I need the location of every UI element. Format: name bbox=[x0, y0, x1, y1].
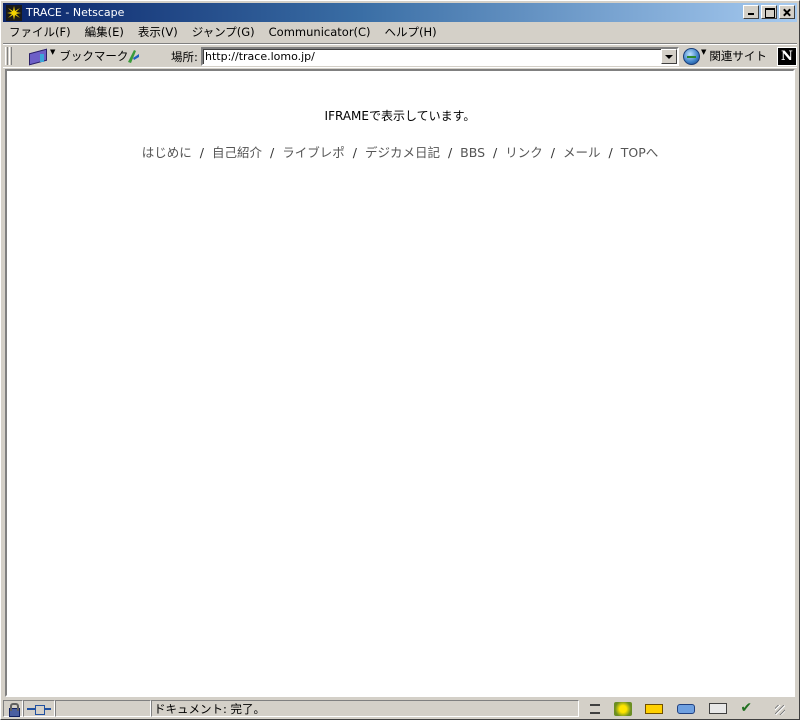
menu-view[interactable]: 表示(V) bbox=[138, 24, 178, 40]
menu-go[interactable]: ジャンプ(G) bbox=[192, 24, 255, 40]
nav-link-bbs[interactable]: BBS bbox=[460, 145, 485, 160]
security-indicator[interactable] bbox=[3, 700, 23, 717]
globe-icon bbox=[683, 47, 700, 65]
dropdown-arrow-icon: ▼ bbox=[50, 48, 56, 56]
page-proxy-icon[interactable] bbox=[125, 48, 141, 64]
toolbar-grip[interactable] bbox=[5, 47, 8, 65]
iframe-notice: IFRAMEで表示しています。 bbox=[324, 109, 476, 123]
connection-indicator[interactable] bbox=[23, 700, 55, 717]
mail-icon[interactable] bbox=[645, 703, 664, 714]
progress-bar bbox=[55, 700, 151, 717]
resize-grip-icon[interactable] bbox=[772, 702, 786, 716]
menu-bar: ファイル(F) 編集(E) 表示(V) ジャンプ(G) Communicator… bbox=[3, 22, 797, 42]
window-title: TRACE - Netscape bbox=[26, 6, 125, 19]
bookmarks-button[interactable]: ▼ ブックマーク bbox=[27, 47, 128, 65]
menu-file[interactable]: ファイル(F) bbox=[9, 24, 71, 40]
composer-icon[interactable] bbox=[740, 700, 758, 716]
lock-icon bbox=[7, 702, 20, 717]
location-label: 場所: bbox=[171, 50, 198, 64]
url-field[interactable]: http://trace.lomo.jp/ bbox=[201, 47, 679, 66]
component-bar-grip-icon[interactable] bbox=[589, 703, 600, 714]
browser-window: TRACE - Netscape ファイル(F) 編集(E) 表示(V) ジャン… bbox=[0, 0, 800, 720]
nav-separator: / bbox=[550, 145, 555, 160]
nav-link-links[interactable]: リンク bbox=[505, 145, 543, 160]
dropdown-arrow-icon: ▼ bbox=[701, 48, 707, 56]
address-book-icon[interactable] bbox=[708, 703, 727, 714]
navigator-icon[interactable] bbox=[613, 701, 632, 716]
nav-link-mail[interactable]: メール bbox=[563, 145, 601, 160]
netscape-app-icon bbox=[6, 4, 22, 21]
url-history-dropdown[interactable] bbox=[661, 49, 677, 64]
nav-separator: / bbox=[447, 145, 453, 160]
menu-help[interactable]: ヘルプ(H) bbox=[385, 24, 437, 40]
location-toolbar: ▼ ブックマーク 場所: http://trace.lomo.jp/ ▼ 関連サ… bbox=[3, 43, 797, 68]
minimize-button[interactable] bbox=[743, 5, 759, 19]
maximize-button[interactable] bbox=[761, 5, 777, 19]
nav-separator: / bbox=[352, 145, 357, 160]
nav-link-profile[interactable]: 自己紹介 bbox=[212, 145, 262, 160]
bookmark-icon bbox=[27, 48, 49, 64]
netscape-logo[interactable]: N bbox=[777, 47, 797, 66]
nav-separator: / bbox=[493, 145, 498, 160]
nav-link-photo-diary[interactable]: デジカメ日記 bbox=[365, 145, 440, 160]
toolbar-grip[interactable] bbox=[9, 47, 12, 65]
newsgroups-icon[interactable] bbox=[676, 703, 695, 714]
whats-related-button[interactable]: ▼ 関連サイト bbox=[683, 47, 767, 65]
nav-separator: / bbox=[608, 145, 613, 160]
nav-link-intro[interactable]: はじめに bbox=[142, 145, 192, 160]
site-navigation: はじめに / 自己紹介 / ライブレポ / デジカメ日記 / BBS / リンク / メール / TOPへ bbox=[7, 142, 793, 161]
status-bar: ドキュメント: 完了。 bbox=[3, 699, 797, 718]
whats-related-label: 関連サイト bbox=[709, 49, 767, 63]
status-text: ドキュメント: 完了。 bbox=[151, 700, 579, 717]
nav-separator: / bbox=[199, 145, 204, 160]
close-button[interactable] bbox=[779, 5, 795, 19]
plug-icon bbox=[27, 704, 51, 715]
page-content: IFRAMEで表示しています。 はじめに / 自己紹介 / ライブレポ / デジカメ日記 / B… bbox=[5, 69, 795, 697]
title-bar[interactable]: TRACE - Netscape bbox=[3, 3, 797, 22]
nav-link-top[interactable]: TOPへ bbox=[621, 145, 659, 160]
nav-link-live-report[interactable]: ライブレポ bbox=[282, 145, 345, 160]
url-text[interactable]: http://trace.lomo.jp/ bbox=[203, 50, 661, 63]
component-bar bbox=[579, 700, 797, 716]
menu-communicator[interactable]: Communicator(C) bbox=[269, 25, 371, 39]
bookmarks-label: ブックマーク bbox=[59, 49, 129, 63]
nav-separator: / bbox=[269, 145, 275, 160]
menu-edit[interactable]: 編集(E) bbox=[85, 24, 124, 40]
